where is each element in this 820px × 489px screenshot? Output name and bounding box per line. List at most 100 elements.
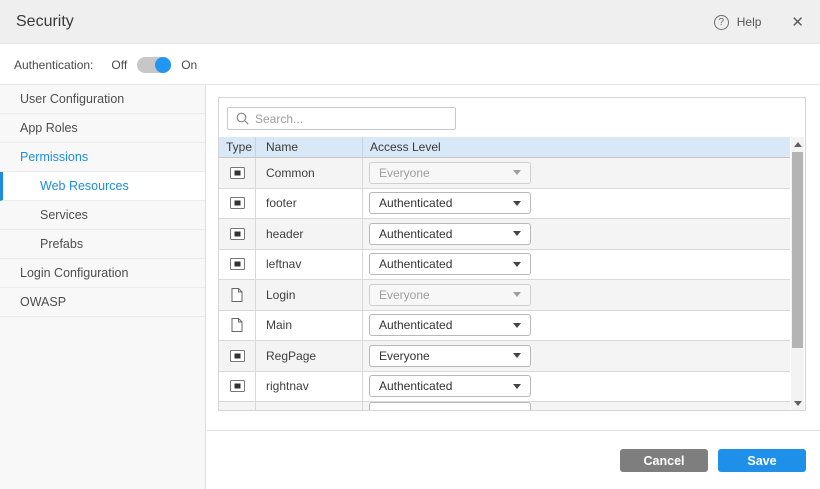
resource-name: footer [266, 196, 297, 210]
search-icon [236, 112, 249, 125]
sidebar-item-label: User Configuration [20, 92, 124, 106]
partial-icon [230, 228, 245, 240]
access-level-select[interactable]: Authenticated [369, 314, 531, 336]
access-cell: Authenticated [363, 372, 790, 402]
web-resources-panel: Type Name Access Level Common [218, 97, 806, 411]
name-cell: footer [256, 189, 363, 219]
partial-icon [230, 380, 245, 392]
table-row: Login Everyone [219, 280, 790, 311]
authentication-bar: Authentication: Off On [0, 45, 820, 85]
partial-icon [230, 197, 245, 209]
access-level-select[interactable]: Authenticated [369, 192, 531, 214]
search-input[interactable] [255, 112, 447, 126]
sidebar-item-login-configuration[interactable]: Login Configuration [0, 259, 205, 288]
sidebar-item-label: Login Configuration [20, 266, 128, 280]
access-level-value: Authenticated [379, 257, 452, 271]
partial-icon [230, 167, 245, 179]
chevron-down-icon [513, 231, 521, 236]
sidebar-item-app-roles[interactable]: App Roles [0, 114, 205, 143]
access-level-value: Authenticated [379, 196, 452, 210]
sidebar-item-services[interactable]: Services [0, 201, 205, 230]
access-level-value: Everyone [379, 349, 430, 363]
scroll-down-icon[interactable] [791, 397, 804, 409]
cancel-button[interactable]: Cancel [620, 449, 708, 472]
type-cell [219, 219, 256, 249]
resource-name: RegPage [266, 349, 316, 363]
page-title: Security [16, 13, 74, 31]
access-level-select[interactable]: Authenticated [369, 253, 531, 275]
access-level-value: Everyone [379, 166, 430, 180]
sidebar-item-label: OWASP [20, 295, 66, 309]
toggle-knob [155, 57, 171, 73]
search-box[interactable] [227, 107, 456, 130]
name-cell: Common [256, 158, 363, 188]
chevron-down-icon [513, 201, 521, 206]
truncated-access-level-select[interactable] [369, 402, 531, 410]
access-cell: Authenticated [363, 189, 790, 219]
chevron-down-icon [513, 170, 521, 175]
authentication-label: Authentication: [14, 58, 93, 72]
truncated-table-row [219, 402, 790, 410]
sidebar-item-web-resources[interactable]: Web Resources [0, 172, 205, 201]
column-header-type: Type [219, 137, 256, 157]
authentication-toggle[interactable] [137, 57, 171, 73]
access-cell: Authenticated [363, 250, 790, 280]
sidebar-item-label: Permissions [20, 150, 88, 164]
access-level-value: Authenticated [379, 318, 452, 332]
sidebar-item-label: Services [40, 208, 88, 222]
name-cell: leftnav [256, 250, 363, 280]
type-cell [219, 189, 256, 219]
help-icon[interactable]: ? [714, 15, 729, 30]
resource-name: Main [266, 318, 292, 332]
resource-name: Login [266, 288, 295, 302]
scrollbar-thumb[interactable] [792, 152, 803, 348]
table-row: leftnav Authenticated [219, 250, 790, 281]
name-cell: Login [256, 280, 363, 310]
partial-icon [230, 258, 245, 270]
save-button[interactable]: Save [718, 449, 806, 472]
access-level-value: Everyone [379, 288, 430, 302]
help-link[interactable]: Help [737, 15, 762, 29]
title-bar: Security ? Help ✕ [0, 0, 820, 44]
access-level-select[interactable]: Authenticated [369, 223, 531, 245]
type-cell [219, 158, 256, 188]
sidebar-item-prefabs[interactable]: Prefabs [0, 230, 205, 259]
chevron-down-icon [513, 323, 521, 328]
access-level-select[interactable]: Everyone [369, 162, 531, 184]
type-cell [219, 280, 256, 310]
scroll-up-icon[interactable] [791, 138, 804, 150]
access-cell: Everyone [363, 158, 790, 188]
sidebar-item-permissions[interactable]: Permissions [0, 143, 205, 172]
table-row: RegPage Everyone [219, 341, 790, 372]
page-icon [231, 288, 243, 302]
type-cell [219, 250, 256, 280]
chevron-down-icon [513, 384, 521, 389]
access-level-select[interactable]: Everyone [369, 284, 531, 306]
access-level-select[interactable]: Authenticated [369, 375, 531, 397]
name-cell: RegPage [256, 341, 363, 371]
table-row: Common Everyone [219, 158, 790, 189]
page-icon [231, 318, 243, 332]
chevron-down-icon [513, 353, 521, 358]
toggle-off-label: Off [111, 58, 127, 72]
sidebar-item-label: Web Resources [40, 179, 129, 193]
table-header: Type Name Access Level [219, 137, 790, 158]
sidebar-item-label: App Roles [20, 121, 78, 135]
access-level-select[interactable]: Everyone [369, 345, 531, 367]
sidebar: User Configuration App Roles Permissions… [0, 85, 206, 489]
table-row: rightnav Authenticated [219, 372, 790, 403]
access-level-value: Authenticated [379, 227, 452, 241]
table-row: Main Authenticated [219, 311, 790, 342]
vertical-scrollbar[interactable] [791, 137, 804, 410]
access-level-value: Authenticated [379, 379, 452, 393]
resource-name: rightnav [266, 379, 309, 393]
title-bar-actions: ? Help ✕ [714, 0, 804, 44]
sidebar-item-user-configuration[interactable]: User Configuration [0, 85, 205, 114]
type-cell [219, 372, 256, 402]
sidebar-item-owasp[interactable]: OWASP [0, 288, 205, 317]
footer-divider [207, 430, 820, 431]
close-icon[interactable]: ✕ [791, 13, 804, 31]
sidebar-item-label: Prefabs [40, 237, 83, 251]
table-row: footer Authenticated [219, 189, 790, 220]
column-header-name: Name [256, 137, 363, 157]
